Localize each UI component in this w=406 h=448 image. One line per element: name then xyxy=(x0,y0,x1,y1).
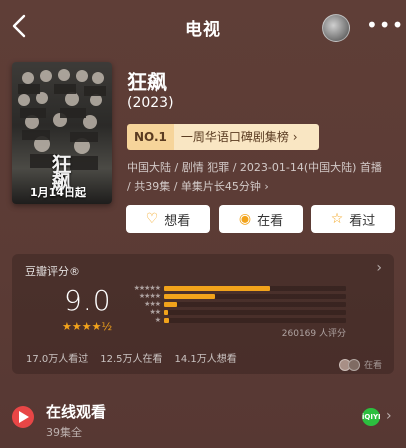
online-watch-row[interactable]: 在线观看 39集全 iQIYI › xyxy=(0,394,406,448)
chevron-right-icon: › xyxy=(292,130,298,144)
meta-line-1: 中国大陆 / 剧情 犯罪 / 2023-01-14(中国大陆) 首播 xyxy=(127,161,382,174)
rating-bar-stars: ★★★★ xyxy=(138,292,161,300)
watching-label: 在看 xyxy=(257,213,284,229)
subject-year: (2023) xyxy=(127,95,174,111)
episode-count: 39集全 xyxy=(46,426,82,439)
rating-bar-track xyxy=(164,301,346,307)
rating-bar-row: ★★★ xyxy=(124,300,346,308)
stat-watched: 17.0万人看过 xyxy=(26,354,89,365)
target-icon: ◉ xyxy=(238,211,252,227)
vote-count: 260169 人评分 xyxy=(281,329,346,339)
more-button[interactable]: ••• xyxy=(366,15,403,36)
rating-bar-stars: ★ xyxy=(154,316,161,324)
want-to-watch-button[interactable]: ♡ 想看 xyxy=(126,205,210,233)
poster-date-text: 1月14日起 xyxy=(30,186,86,199)
rank-number: NO.1 xyxy=(127,124,174,150)
rating-bar-track xyxy=(164,317,346,323)
rating-card[interactable]: 豆瓣评分® › 9.0 ★★★★½ ★★★★★ ★★★★ ★★★ ★★ ★ 260169… xyxy=(12,254,394,374)
rating-score: 9.0 xyxy=(64,284,112,317)
rating-bar-row: ★ xyxy=(124,316,346,324)
rating-bar-fill xyxy=(164,301,177,307)
want-to-watch-label: 想看 xyxy=(164,213,191,229)
play-icon xyxy=(12,406,34,428)
subject-meta[interactable]: 中国大陆 / 剧情 犯罪 / 2023-01-14(中国大陆) 首播 / 共39… xyxy=(127,158,397,196)
watched-button[interactable]: ☆ 看过 xyxy=(311,205,395,233)
iqiyi-logo-icon: iQIYI xyxy=(362,408,381,426)
heart-plus-icon: ♡ xyxy=(145,211,159,227)
rating-source-label: 豆瓣评分® xyxy=(25,265,80,278)
subject-title: 狂飙 xyxy=(127,70,167,94)
chevron-right-icon: › xyxy=(376,260,382,276)
action-buttons: ♡ 想看 ◉ 在看 ☆ 看过 xyxy=(126,205,396,235)
chevron-right-icon: › xyxy=(386,408,392,424)
rating-distribution: ★★★★★ ★★★★ ★★★ ★★ ★ xyxy=(124,284,346,324)
rating-bar-stars: ★★ xyxy=(149,308,161,316)
audience-stats: 17.0万人看过 12.5万人在看 14.1万人想看 xyxy=(26,350,237,365)
page: 电视 ••• 狂飙 1月14日起 狂飙 (2023) NO.1 一周华语口碑剧集… xyxy=(0,0,406,448)
rank-badge[interactable]: NO.1 一周华语口碑剧集榜 › xyxy=(127,124,319,150)
rating-bar-stars: ★★★ xyxy=(144,300,161,308)
rating-bar-row: ★★ xyxy=(124,308,346,316)
rating-bar-row: ★★★★ xyxy=(124,292,346,300)
poster-image[interactable]: 狂飙 1月14日起 xyxy=(12,62,112,204)
rating-bar-track xyxy=(164,293,346,299)
rating-bar-row: ★★★★★ xyxy=(124,284,346,292)
rating-stars: ★★★★½ xyxy=(62,320,113,333)
meta-line-2: / 共39集 / 单集片长45分钟 › xyxy=(127,180,269,193)
watching-button[interactable]: ◉ 在看 xyxy=(219,205,303,233)
poster-thumbnail-icon[interactable] xyxy=(322,14,350,42)
rating-bar-track xyxy=(164,285,346,291)
online-watch-title: 在线观看 xyxy=(46,403,107,421)
watched-label: 看过 xyxy=(349,213,376,229)
avatar xyxy=(347,358,360,371)
top-bar: 电视 ••• xyxy=(0,0,406,52)
rating-bar-fill xyxy=(164,285,270,291)
rating-bar-fill xyxy=(164,309,168,315)
rating-bar-fill xyxy=(164,293,215,299)
rating-bar-stars: ★★★★★ xyxy=(133,284,161,292)
stat-want: 14.1万人想看 xyxy=(174,354,237,365)
rating-bar-fill xyxy=(164,317,170,323)
star-outline-icon: ☆ xyxy=(330,211,344,227)
friends-watching[interactable]: 在看 xyxy=(338,358,382,371)
rating-bar-track xyxy=(164,309,346,315)
watching-text: 在看 xyxy=(363,361,382,371)
rank-label: 一周华语口碑剧集榜 xyxy=(180,130,289,144)
stat-watching: 12.5万人在看 xyxy=(100,354,163,365)
rank-text: 一周华语口碑剧集榜 › xyxy=(173,124,319,150)
